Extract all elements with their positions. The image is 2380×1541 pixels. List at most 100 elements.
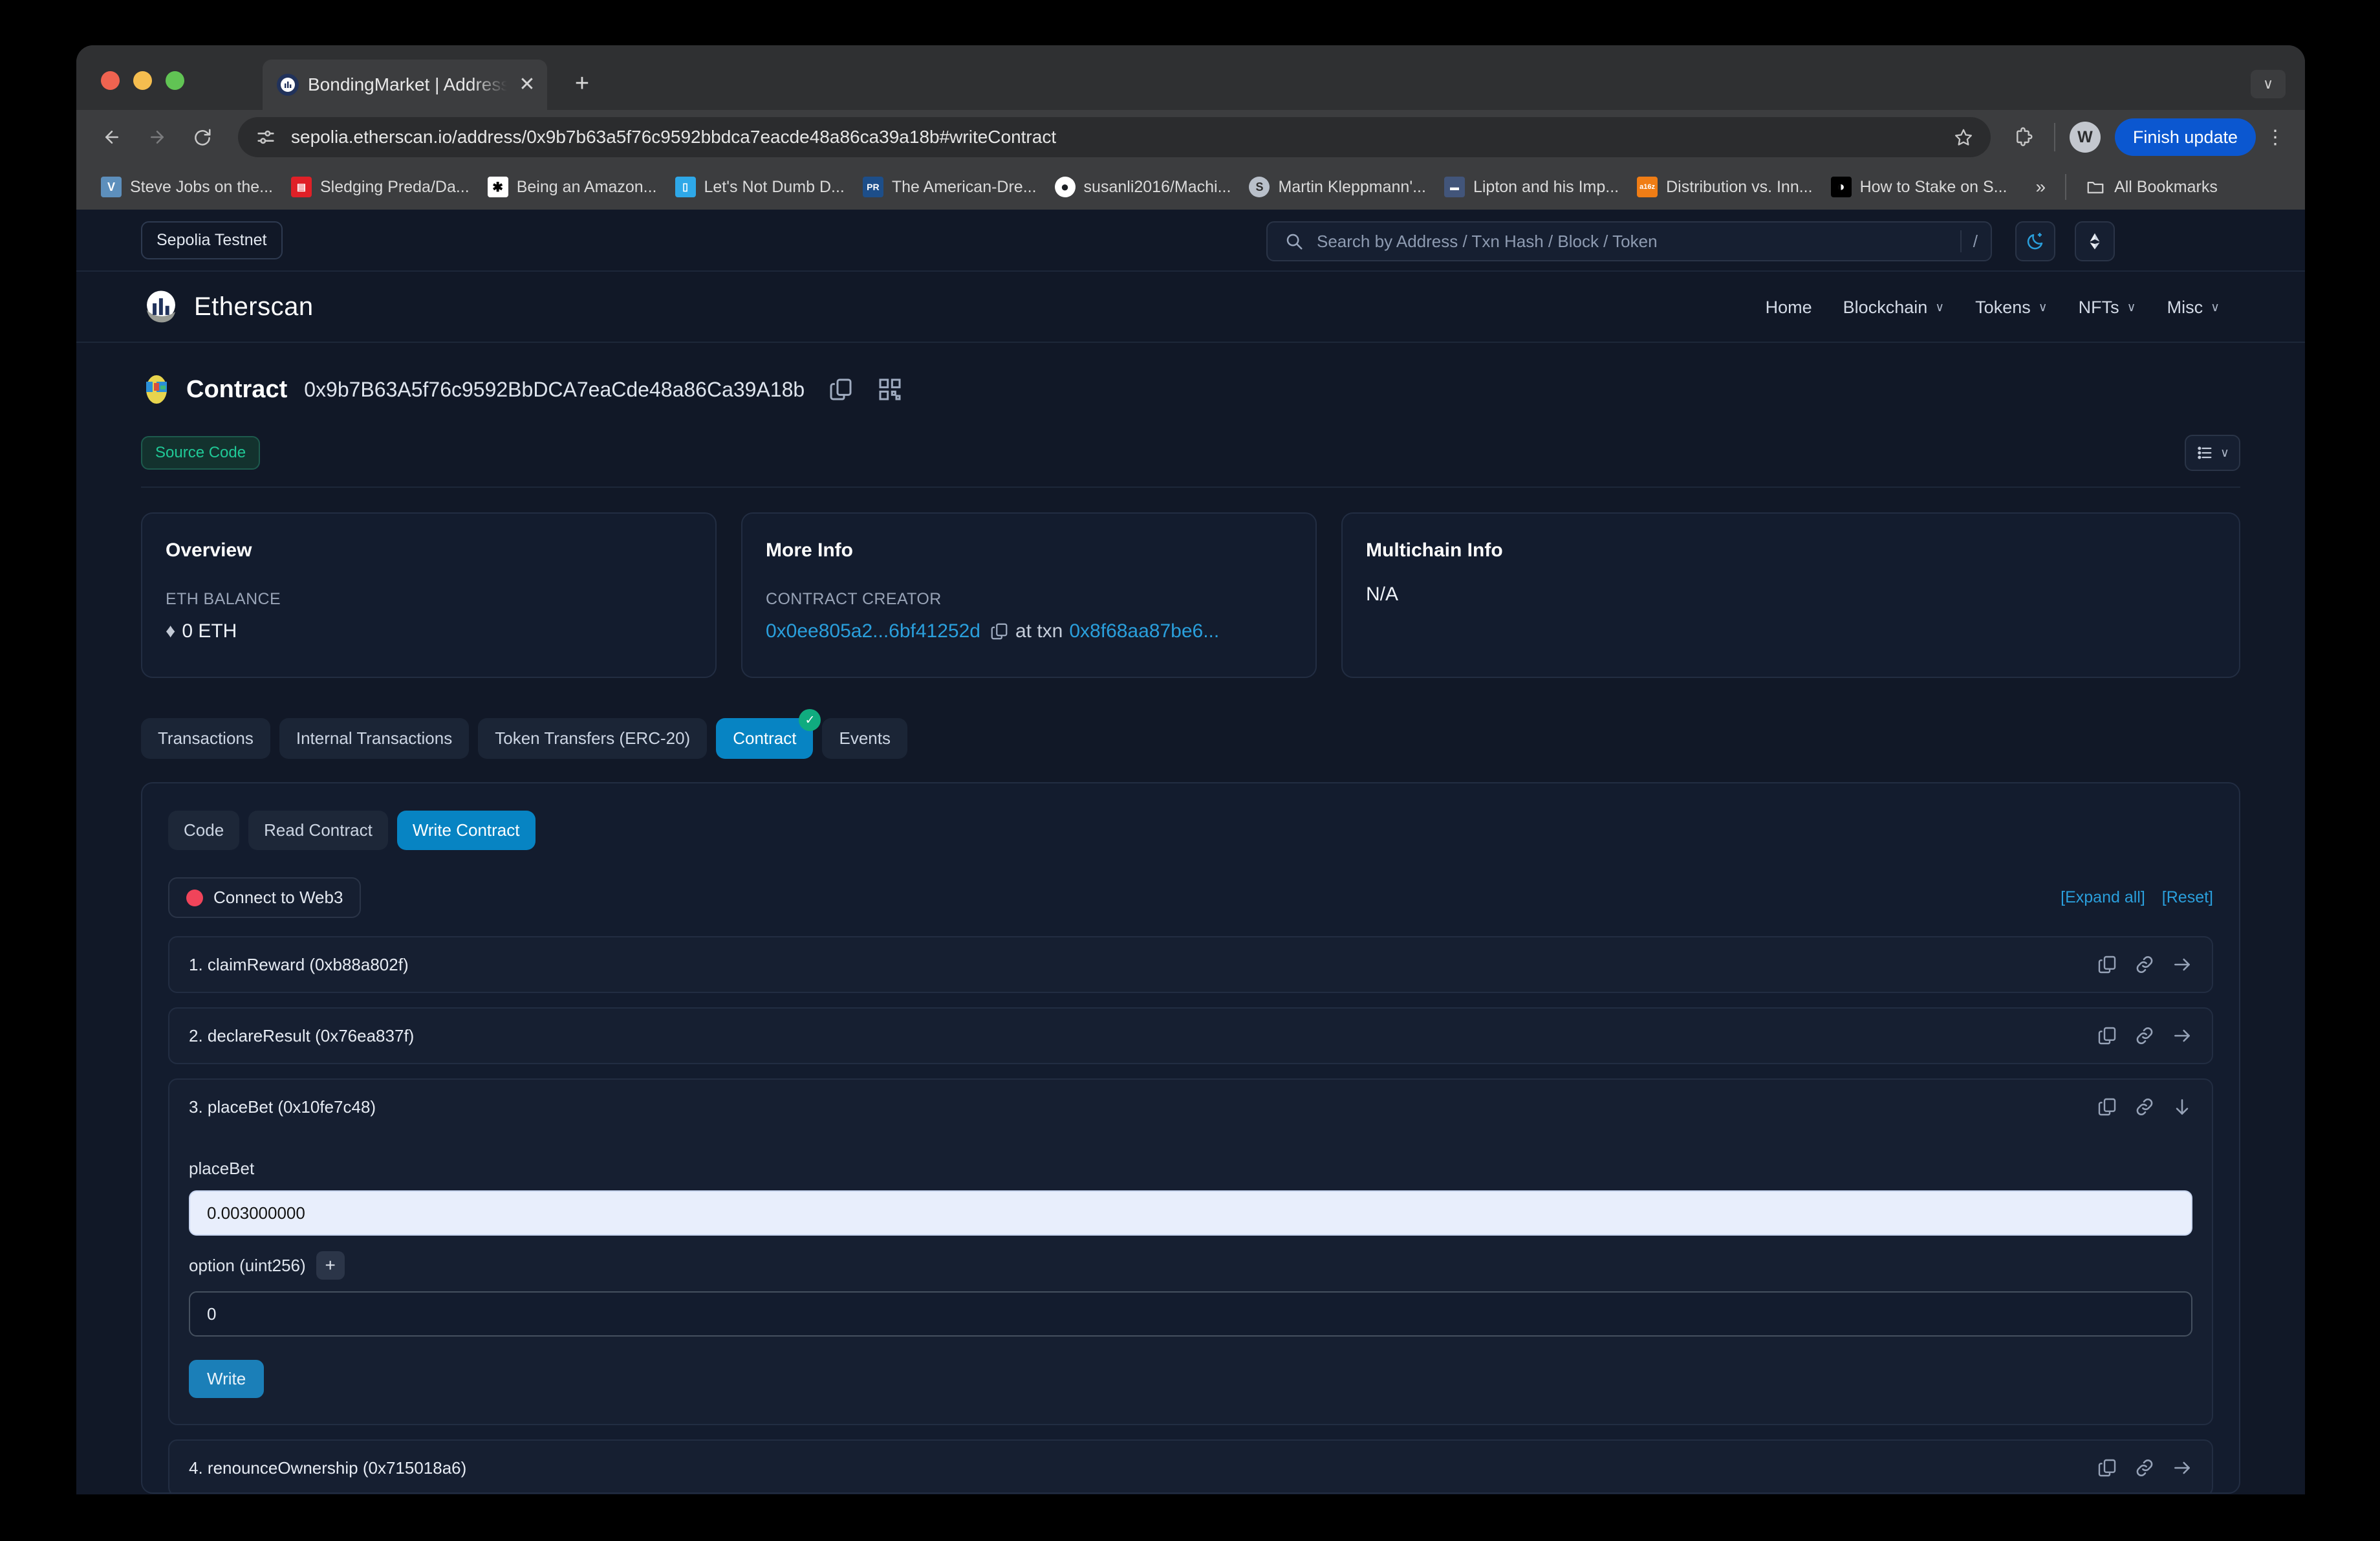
browser-menu-icon[interactable]: ⋮ bbox=[2261, 118, 2289, 156]
bookmark-item[interactable]: a16z Distribution vs. Inn... bbox=[1628, 171, 1821, 202]
tab-token-transfers[interactable]: Token Transfers (ERC-20) bbox=[478, 718, 708, 759]
nav-item-blockchain[interactable]: Blockchain ∨ bbox=[1828, 298, 1960, 318]
arrow-right-icon[interactable] bbox=[2172, 1458, 2192, 1478]
ethereum-icon: ♦ bbox=[166, 620, 176, 642]
function-header[interactable]: 1. claimReward (0xb88a802f) bbox=[169, 937, 2212, 992]
theme-toggle-button[interactable] bbox=[2015, 221, 2055, 261]
option-uint256-input[interactable]: 0 bbox=[189, 1291, 2192, 1337]
status-badge[interactable]: Source Code bbox=[141, 436, 261, 470]
bookmark-item[interactable]: ▤ Sledging Preda/Da... bbox=[282, 171, 479, 202]
input-value: 0 bbox=[207, 1304, 217, 1324]
bookmark-item[interactable]: ● susanli2016/Machi... bbox=[1046, 171, 1240, 202]
copy-icon[interactable] bbox=[2097, 1458, 2117, 1478]
browser-tab[interactable]: BondingMarket | Address 0x9 ✕ bbox=[263, 60, 547, 110]
bookmark-item[interactable]: S Martin Kleppmann'... bbox=[1240, 171, 1435, 202]
subtab-read-contract[interactable]: Read Contract bbox=[248, 811, 388, 850]
bookmark-item[interactable]: ✱ Being an Amazon... bbox=[479, 171, 666, 202]
arrow-right-icon[interactable] bbox=[2172, 1025, 2192, 1046]
bookmark-item[interactable]: ▯ Let's Not Dumb D... bbox=[666, 171, 854, 202]
link-icon[interactable] bbox=[2134, 1458, 2155, 1478]
address-bar[interactable]: sepolia.etherscan.io/address/0x9b7b63a5f… bbox=[238, 117, 1991, 157]
web3-row: Connect to Web3 [Expand all] [Reset] bbox=[168, 877, 2213, 918]
reload-icon[interactable] bbox=[182, 117, 222, 157]
search-input[interactable]: Search by Address / Txn Hash / Block / T… bbox=[1266, 221, 1992, 261]
bookmark-favicon-icon: a16z bbox=[1637, 177, 1658, 197]
copy-icon[interactable] bbox=[990, 622, 1009, 641]
network-badge[interactable]: Sepolia Testnet bbox=[141, 221, 283, 259]
new-tab-button[interactable]: + bbox=[568, 71, 596, 96]
function-header[interactable]: 3. placeBet (0x10fe7c48) bbox=[169, 1080, 2212, 1134]
etherscan-logo[interactable]: Etherscan bbox=[141, 287, 314, 327]
link-icon[interactable] bbox=[2134, 954, 2155, 975]
copy-icon[interactable] bbox=[2097, 1097, 2117, 1117]
bookmark-item[interactable]: V Steve Jobs on the... bbox=[92, 171, 282, 202]
bookmark-favicon-icon: ▤ bbox=[290, 177, 312, 197]
tab-transactions[interactable]: Transactions bbox=[141, 718, 270, 759]
reset-link[interactable]: [Reset] bbox=[2162, 888, 2213, 907]
all-bookmarks-button[interactable]: All Bookmarks bbox=[2078, 172, 2225, 202]
tab-contract[interactable]: Contract ✓ bbox=[716, 709, 821, 759]
list-view-toggle-button[interactable]: ∨ bbox=[2185, 435, 2240, 471]
field-label-text: placeBet bbox=[189, 1159, 255, 1178]
function-actions bbox=[2097, 1025, 2192, 1046]
bookmark-item[interactable]: PR The American-Dre... bbox=[854, 171, 1046, 202]
bookmark-star-icon[interactable] bbox=[1949, 123, 1978, 151]
close-icon[interactable]: ✕ bbox=[516, 75, 538, 94]
nav-item-nfts[interactable]: NFTs ∨ bbox=[2063, 298, 2152, 318]
function-card: 2. declareResult (0x76ea837f) bbox=[168, 1007, 2213, 1064]
write-button[interactable]: Write bbox=[189, 1360, 265, 1398]
add-field-button[interactable]: + bbox=[316, 1251, 345, 1280]
chevron-down-icon[interactable]: ∨ bbox=[2251, 70, 2286, 98]
subtab-label: Code bbox=[184, 820, 224, 840]
bookmark-favicon-icon: ▬ bbox=[1444, 177, 1465, 197]
arrow-right-icon[interactable] bbox=[2172, 954, 2192, 975]
chevron-down-icon: ∨ bbox=[2038, 300, 2048, 314]
tab-events[interactable]: Events bbox=[822, 718, 907, 759]
maximize-window-button[interactable] bbox=[166, 71, 184, 90]
nav-item-misc[interactable]: Misc ∨ bbox=[2152, 298, 2235, 318]
tab-internal-transactions[interactable]: Internal Transactions bbox=[279, 718, 470, 759]
expand-all-link[interactable]: [Expand all] bbox=[2061, 888, 2145, 907]
chevron-down-icon: ∨ bbox=[2126, 300, 2136, 314]
avatar bbox=[141, 374, 172, 405]
bookmark-label: Let's Not Dumb D... bbox=[704, 177, 845, 196]
copy-icon[interactable] bbox=[2097, 954, 2117, 975]
function-header[interactable]: 2. declareResult (0x76ea837f) bbox=[169, 1009, 2212, 1063]
at-txn-label: at txn bbox=[1015, 620, 1063, 642]
profile-avatar[interactable]: W bbox=[2069, 122, 2101, 153]
function-header[interactable]: 4. renounceOwnership (0x715018a6) bbox=[169, 1441, 2212, 1492]
link-icon[interactable] bbox=[2134, 1025, 2155, 1046]
finish-update-button[interactable]: Finish update bbox=[2114, 118, 2256, 156]
function-name: 4. renounceOwnership (0x715018a6) bbox=[189, 1458, 467, 1478]
function-actions bbox=[2097, 954, 2192, 975]
close-window-button[interactable] bbox=[101, 71, 120, 90]
arrow-down-icon[interactable] bbox=[2172, 1097, 2192, 1117]
nav-item-tokens[interactable]: Tokens ∨ bbox=[1960, 298, 2062, 318]
creator-address-link[interactable]: 0x0ee805a2...6bf41252d bbox=[766, 620, 980, 642]
bookmarks-overflow-icon[interactable]: » bbox=[2028, 173, 2053, 201]
connect-to-web3-button[interactable]: Connect to Web3 bbox=[168, 877, 362, 918]
minimize-window-button[interactable] bbox=[133, 71, 152, 90]
contract-creator-label: CONTRACT CREATOR bbox=[766, 590, 942, 608]
forward-arrow-icon[interactable] bbox=[137, 117, 177, 157]
back-arrow-icon[interactable] bbox=[92, 117, 132, 157]
site-settings-icon[interactable] bbox=[255, 126, 277, 148]
ethereum-button[interactable] bbox=[2075, 221, 2115, 261]
bookmark-favicon-icon: ▯ bbox=[675, 177, 696, 197]
subtab-code[interactable]: Code bbox=[168, 811, 240, 850]
subtab-write-contract[interactable]: Write Contract bbox=[396, 811, 536, 850]
link-icon[interactable] bbox=[2134, 1097, 2155, 1117]
copy-icon[interactable] bbox=[2097, 1025, 2117, 1046]
bookmark-item[interactable]: ◑ How to Stake on S... bbox=[1822, 171, 2017, 202]
etherscan-page: Sepolia Testnet Search by Address / Txn … bbox=[76, 210, 2305, 1494]
bookmark-item[interactable]: ▬ Lipton and his Imp... bbox=[1435, 171, 1628, 202]
qr-code-icon[interactable] bbox=[877, 377, 903, 402]
function-actions bbox=[2097, 1097, 2192, 1117]
nav-links: Home Blockchain ∨ Tokens ∨ NFTs ∨ Misc ∨ bbox=[1750, 272, 2235, 343]
creation-txn-link[interactable]: 0x8f68aa87be6... bbox=[1069, 620, 1219, 642]
copy-icon[interactable] bbox=[828, 377, 854, 402]
nav-item-home[interactable]: Home bbox=[1750, 298, 1828, 318]
bookmarks-bar: V Steve Jobs on the... ▤ Sledging Preda/… bbox=[76, 164, 2305, 210]
placebet-amount-input[interactable]: 0.003000000 bbox=[189, 1190, 2192, 1236]
extensions-icon[interactable] bbox=[2006, 120, 2040, 154]
